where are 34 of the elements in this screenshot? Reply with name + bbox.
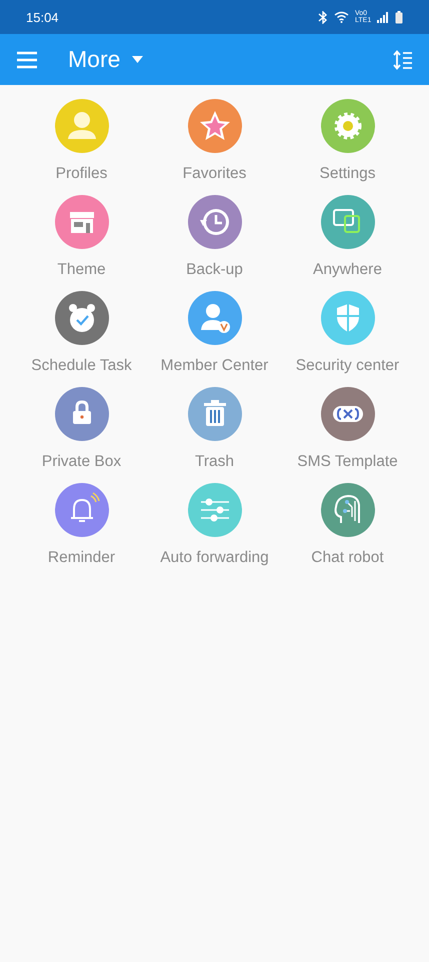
- menu-icon[interactable]: [16, 50, 38, 68]
- trash-icon[interactable]: [188, 387, 242, 441]
- bluetooth-icon: [318, 10, 328, 24]
- item-label[interactable]: Theme: [57, 261, 106, 279]
- shield-icon[interactable]: [320, 291, 374, 345]
- screen-title[interactable]: More: [68, 46, 120, 73]
- item-label[interactable]: Back-up: [186, 261, 243, 279]
- item-label[interactable]: Reminder: [48, 549, 116, 567]
- item-label[interactable]: Settings: [319, 165, 376, 183]
- alarm-icon[interactable]: [54, 291, 108, 345]
- history-icon[interactable]: [188, 195, 242, 249]
- item-label[interactable]: Profiles: [56, 165, 108, 183]
- shop-icon[interactable]: [54, 195, 108, 249]
- item-label[interactable]: Private Box: [42, 453, 122, 471]
- signal-icon: [377, 12, 389, 22]
- lock-icon[interactable]: [54, 387, 108, 441]
- caret-icon[interactable]: [132, 56, 144, 63]
- member-icon[interactable]: [188, 291, 242, 345]
- item-label[interactable]: Schedule Task: [31, 357, 132, 375]
- wifi-icon: [334, 11, 349, 23]
- item-label[interactable]: Chat robot: [311, 549, 384, 567]
- item-label[interactable]: Security center: [296, 357, 400, 375]
- item-label[interactable]: Trash: [194, 453, 234, 471]
- item-label[interactable]: Anywhere: [313, 261, 382, 279]
- item-label[interactable]: Auto forwarding: [160, 549, 269, 567]
- item-label[interactable]: Member Center: [160, 357, 268, 375]
- battery-icon: [395, 10, 403, 24]
- status-time: 15:04: [26, 10, 59, 24]
- gear-icon[interactable]: [320, 99, 374, 153]
- bell-icon[interactable]: [54, 483, 108, 537]
- item-label[interactable]: SMS Template: [297, 453, 398, 471]
- sort-icon[interactable]: [393, 50, 413, 70]
- sliders-icon[interactable]: [188, 483, 242, 537]
- item-label[interactable]: Favorites: [182, 165, 246, 183]
